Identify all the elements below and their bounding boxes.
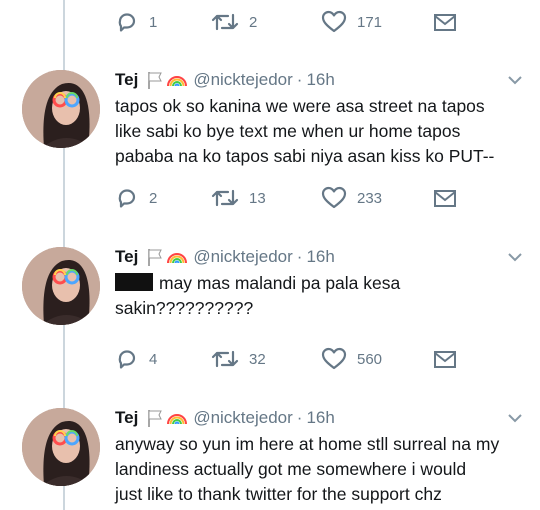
direct-message-button[interactable]	[433, 187, 457, 209]
chevron-down-icon[interactable]	[507, 74, 523, 86]
reply-count: 1	[149, 13, 158, 31]
white-flag-icon	[148, 410, 163, 427]
tweet-text-line-with-redaction: may mas malandi pa pala kesa	[115, 271, 525, 296]
timestamp[interactable]: 16h	[306, 70, 334, 90]
avatar-image	[22, 408, 100, 486]
avatar[interactable]	[22, 247, 100, 325]
timestamp[interactable]: 16h	[306, 247, 334, 267]
timestamp[interactable]: 16h	[306, 408, 334, 428]
rainbow-icon	[167, 253, 188, 264]
avatar[interactable]	[22, 408, 100, 486]
like-button[interactable]: 171	[321, 10, 433, 34]
rainbow-icon	[167, 76, 188, 87]
tweet-text-line: like sabi ko bye text me when ur home ta…	[115, 121, 461, 141]
display-name[interactable]: Tej	[115, 70, 138, 90]
tweet-text-line: sakin??????????	[115, 298, 254, 318]
tweet-header: Tej @nicktejedor · 16h	[115, 68, 335, 92]
direct-message-button[interactable]	[433, 11, 457, 33]
reply-bubble-icon	[118, 189, 136, 208]
reply-count: 4	[149, 350, 158, 368]
reply-count: 2	[149, 189, 158, 207]
retweet-button[interactable]: 2	[211, 10, 321, 34]
envelope-icon	[434, 14, 456, 31]
separator-dot: ·	[296, 70, 303, 89]
rainbow-icon	[167, 414, 188, 425]
tweet-text: may mas malandi pa pala kesa sakin??????…	[115, 271, 525, 321]
reply-bubble-icon	[118, 13, 136, 32]
like-count: 233	[357, 189, 383, 207]
retweet-icon	[211, 350, 239, 368]
tweet-action-bar: 4 32 560	[115, 345, 457, 373]
redaction-box	[115, 273, 153, 291]
reply-button[interactable]: 4	[115, 347, 211, 371]
avatar[interactable]	[22, 70, 100, 148]
tweet-text-line: pababa na ko tapos sabi niya asan kiss k…	[115, 146, 495, 166]
user-handle[interactable]: @nicktejedor	[193, 408, 292, 428]
heart-icon	[321, 186, 347, 209]
retweet-count: 32	[249, 350, 266, 368]
retweet-count: 2	[249, 13, 258, 31]
retweet-icon	[211, 189, 239, 207]
separator-dot: ·	[296, 247, 303, 266]
avatar-image	[22, 70, 100, 148]
white-flag-icon	[148, 249, 163, 266]
retweet-icon	[211, 13, 239, 31]
like-button[interactable]: 560	[321, 347, 433, 371]
heart-icon	[321, 347, 347, 370]
name-emojis	[146, 70, 188, 90]
tweet-header: Tej @nicktejedor · 16h	[115, 245, 335, 269]
display-name[interactable]: Tej	[115, 247, 138, 267]
reply-button[interactable]: 1	[115, 10, 211, 34]
tweet-text-line: just like to thank twitter for the suppo…	[115, 484, 442, 504]
like-count: 560	[357, 350, 383, 368]
heart-icon	[321, 10, 347, 33]
like-button[interactable]: 233	[321, 186, 433, 210]
tweet-action-bar: 2 13 233	[115, 184, 457, 212]
tweet-text-line: anyway so yun im here at home stll surre…	[115, 434, 500, 454]
avatar-image	[22, 247, 100, 325]
tweet-text-line: tapos ok so kanina we were asa street na…	[115, 96, 485, 116]
retweet-button[interactable]: 32	[211, 347, 321, 371]
tweet-header: Tej @nicktejedor · 16h	[115, 406, 335, 430]
name-emojis	[146, 247, 188, 267]
separator-dot: ·	[296, 408, 303, 427]
tweet-text-line: may mas malandi pa pala kesa	[159, 273, 401, 293]
like-count: 171	[357, 13, 383, 31]
reply-button[interactable]: 2	[115, 186, 211, 210]
envelope-icon	[434, 190, 456, 207]
direct-message-button[interactable]	[433, 348, 457, 370]
user-handle[interactable]: @nicktejedor	[193, 247, 292, 267]
white-flag-icon	[148, 72, 163, 89]
name-emojis	[146, 408, 188, 428]
chevron-down-icon[interactable]	[507, 251, 523, 263]
tweet-text-line: landiness actually got me somewhere i wo…	[115, 459, 467, 479]
retweet-button[interactable]: 13	[211, 186, 321, 210]
tweet-text: tapos ok so kanina we were asa street na…	[115, 94, 525, 169]
display-name[interactable]: Tej	[115, 408, 138, 428]
reply-bubble-icon	[118, 350, 136, 369]
envelope-icon	[434, 351, 456, 368]
retweet-count: 13	[249, 189, 266, 207]
tweet-text: anyway so yun im here at home stll surre…	[115, 432, 525, 507]
chevron-down-icon[interactable]	[507, 412, 523, 424]
previous-tweet-action-bar: 1 2 171	[115, 8, 457, 36]
user-handle[interactable]: @nicktejedor	[193, 70, 292, 90]
